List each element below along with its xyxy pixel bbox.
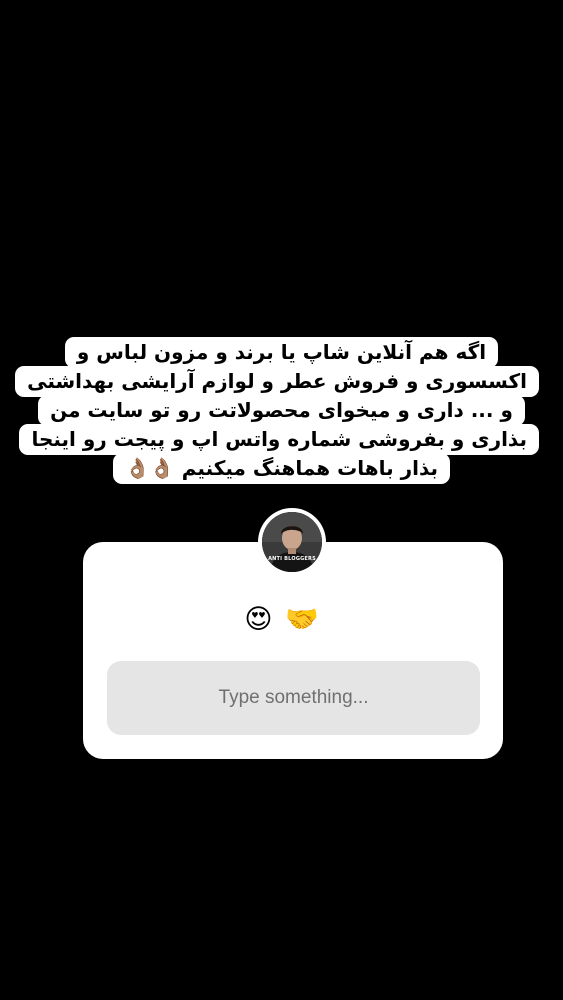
- handshake-emoji-icon: 🤝: [285, 604, 319, 635]
- profile-photo-icon: [262, 512, 322, 572]
- caption-line-text: بذاری و بفروشی شماره واتس اپ و پیجت رو ا…: [19, 424, 539, 455]
- caption-line: اگه هم آنلاین شاپ یا برند و مزون لباس و: [24, 337, 539, 368]
- caption-line: و ... داری و میخوای محصولاتت رو تو سایت …: [24, 395, 539, 426]
- question-prompt: 😍 🤝: [0, 602, 563, 638]
- avatar: ANTI BLOGGERS: [258, 508, 326, 576]
- avatar-label: ANTI BLOGGERS: [268, 556, 316, 562]
- story-caption: اگه هم آنلاین شاپ یا برند و مزون لباس و …: [15, 337, 539, 484]
- heart-eyes-emoji-icon: 😍: [244, 604, 273, 635]
- caption-line-text: اکسسوری و فروش عطر و لوازم آرایشی بهداشت…: [15, 366, 539, 397]
- answer-placeholder: Type something...: [218, 687, 369, 708]
- answer-input[interactable]: Type something...: [107, 661, 480, 735]
- caption-line-text: و ... داری و میخوای محصولاتت رو تو سایت …: [38, 395, 525, 426]
- caption-line: بذار باهات هماهنگ میکنیم 👌🏽👌🏽: [24, 453, 539, 484]
- story-canvas: اگه هم آنلاین شاپ یا برند و مزون لباس و …: [0, 0, 563, 1000]
- caption-line-text: اگه هم آنلاین شاپ یا برند و مزون لباس و: [64, 337, 499, 368]
- caption-line: اکسسوری و فروش عطر و لوازم آرایشی بهداشت…: [15, 366, 539, 397]
- profile-photo-icon: ANTI BLOGGERS: [262, 512, 322, 572]
- caption-line: بذاری و بفروشی شماره واتس اپ و پیجت رو ا…: [19, 424, 539, 455]
- caption-line-text: بذار باهات هماهنگ میکنیم 👌🏽👌🏽: [112, 453, 451, 484]
